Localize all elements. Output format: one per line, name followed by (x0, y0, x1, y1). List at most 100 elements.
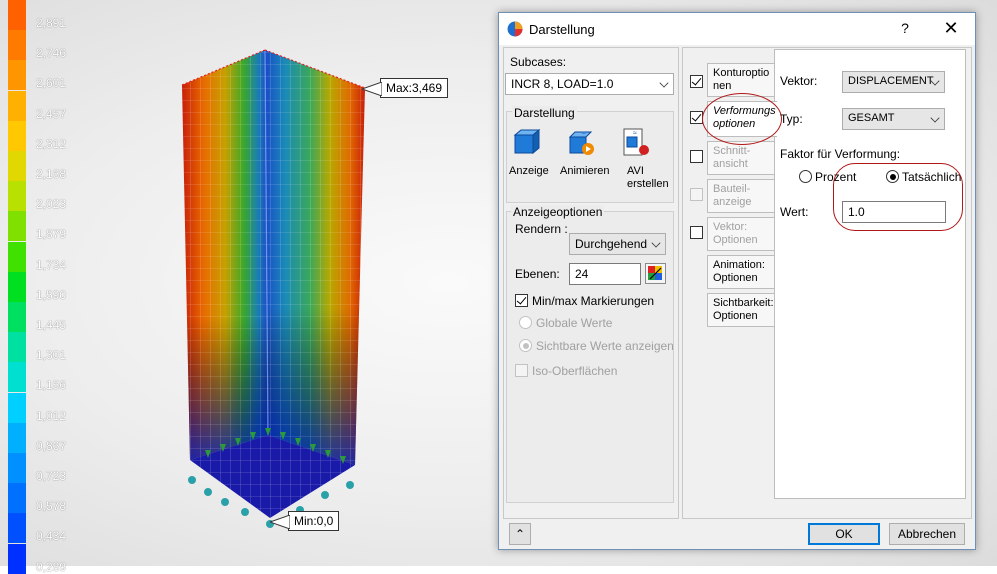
deformed-mesh-model (181, 49, 366, 528)
abbrechen-button[interactable]: Abbrechen (889, 523, 965, 545)
avi-label[interactable]: AVI erstellen (627, 165, 669, 191)
legend-swatch (8, 453, 26, 483)
rendern-dropdown[interactable]: Durchgehend (569, 233, 666, 255)
legend-row: 1,156 (0, 362, 90, 393)
anzeige-label[interactable]: Anzeige (509, 165, 549, 177)
legend-row: 2,457 (0, 90, 90, 121)
tab-schnittansicht[interactable]: Schnitt- ansicht (707, 141, 775, 175)
legend-swatch (8, 543, 26, 574)
annotation-ellipse-tab (702, 93, 782, 145)
legend-row: 0,434 (0, 513, 90, 544)
legend-label: 2,746 (36, 46, 67, 61)
legend-swatch (8, 302, 26, 332)
collapse-button[interactable]: ⌃ (509, 523, 531, 545)
legend-row: 1,590 (0, 271, 90, 302)
legend-row: 1,012 (0, 392, 90, 423)
color-legend: 2,891 2,746 2,601 2,457 2,312 2,168 2,023 1,879… (0, 0, 90, 574)
legend-label: 1,301 (36, 348, 67, 363)
legend-label: 1,156 (36, 378, 67, 393)
sichtbare-werte-label[interactable]: Sichtbare Werte anzeigen (536, 339, 674, 353)
legend-row: 2,601 (0, 60, 90, 91)
close-icon[interactable]: ✕ (939, 18, 963, 39)
minmax-label[interactable]: Min/max Markierungen (532, 294, 654, 308)
schnittansicht-checkbox[interactable] (690, 150, 703, 163)
legend-row: 2,312 (0, 120, 90, 151)
legend-row: 0,723 (0, 453, 90, 483)
vektor-dropdown[interactable]: DISPLACEMENT (842, 71, 945, 93)
tab-vektoroptionen[interactable]: Vektor: Optionen (707, 217, 775, 251)
help-button[interactable]: ? (895, 20, 915, 36)
tab-konturoptionen-line1: Konturoptio (713, 67, 770, 79)
legend-label: 2,891 (36, 16, 67, 30)
tab-animationoptionen-line2: Optionen (713, 272, 758, 284)
color-palette-icon[interactable] (645, 263, 666, 284)
legend-label: 0,289 (36, 559, 67, 574)
chevron-down-icon (930, 113, 940, 123)
legend-swatch (8, 483, 26, 514)
wert-label: Wert: (780, 205, 809, 219)
legend-label: 2,601 (36, 76, 67, 91)
tab-animationoptionen-line1: Animation: (713, 259, 765, 271)
animieren-icon[interactable]: ≈ (566, 127, 596, 157)
legend-label: 1,445 (36, 318, 67, 332)
prozent-radio[interactable] (799, 170, 812, 183)
legend-swatch (8, 271, 26, 302)
animieren-label[interactable]: Animieren (560, 165, 610, 177)
tab-vektoroptionen-line2: Optionen (713, 234, 758, 246)
avi-icon[interactable]: ≈ (621, 127, 651, 157)
dialog-title: Darstellung (529, 22, 595, 37)
darstellung-dialog: Darstellung ? ✕ Subcases: INCR 8, LOAD=1… (498, 12, 976, 550)
legend-label: 0,867 (36, 438, 67, 453)
tab-schnittansicht-line2: ansicht (713, 158, 748, 170)
chevron-up-icon: ⌃ (514, 527, 526, 541)
typ-dropdown[interactable]: GESAMT (842, 108, 945, 130)
minmax-checkbox[interactable] (515, 294, 528, 307)
globale-werte-radio[interactable] (519, 316, 532, 329)
bauteilanzeige-checkbox (690, 188, 703, 201)
tab-konturoptionen[interactable]: Konturoptio nen (707, 63, 775, 97)
legend-row: 2,023 (0, 181, 90, 212)
legend-row: 1,445 (0, 302, 90, 332)
typ-value: GESAMT (848, 112, 895, 124)
chevron-down-icon (651, 238, 661, 248)
legend-label: 2,168 (36, 167, 67, 181)
svg-text:≈: ≈ (582, 130, 586, 137)
tab-bauteilanzeige[interactable]: Bauteil- anzeige (707, 179, 775, 213)
legend-swatch (8, 30, 26, 61)
tab-bauteilanzeige-line1: Bauteil- (713, 183, 751, 195)
legend-label: 1,734 (36, 257, 67, 272)
legend-label: 2,312 (36, 136, 67, 151)
tab-sichtbarkeitoptionen[interactable]: Sichtbarkeit: Optionen (707, 293, 775, 327)
tab-animationoptionen[interactable]: Animation: Optionen (707, 255, 775, 289)
legend-row: 1,301 (0, 332, 90, 363)
legend-row: 2,168 (0, 151, 90, 181)
ok-button[interactable]: OK (808, 523, 880, 545)
legend-row: 1,879 (0, 211, 90, 242)
min-callout-pointer (270, 515, 290, 529)
anzeige-icon[interactable] (511, 127, 541, 157)
legend-swatch (8, 422, 26, 453)
legend-swatch (8, 332, 26, 363)
globale-werte-label[interactable]: Globale Werte (536, 316, 612, 330)
iso-label[interactable]: Iso-Oberflächen (532, 364, 617, 378)
max-callout-pointer (362, 82, 382, 96)
legend-label: 0,578 (36, 499, 67, 514)
legend-row: 2,746 (0, 30, 90, 61)
vektoroptionen-checkbox[interactable] (690, 226, 703, 239)
legend-row: 0,289 (0, 543, 90, 574)
annotation-ellipse-faktor (833, 163, 963, 231)
konturoptionen-checkbox[interactable] (690, 75, 703, 88)
legend-label: 0,723 (36, 469, 67, 483)
sichtbare-werte-radio[interactable] (519, 339, 532, 352)
legend-swatch (8, 0, 26, 30)
legend-swatch (8, 60, 26, 91)
darstellung-group-label: Darstellung (512, 106, 577, 120)
legend-label: 2,023 (36, 197, 67, 212)
vektor-label: Vektor: (780, 74, 818, 88)
legend-label: 1,012 (36, 408, 67, 423)
subcase-dropdown[interactable]: INCR 8, LOAD=1.0 (505, 73, 674, 95)
iso-checkbox[interactable] (515, 364, 528, 377)
ebenen-input[interactable]: 24 (569, 263, 641, 285)
dialog-titlebar[interactable]: Darstellung ? ✕ (499, 13, 975, 45)
tab-sichtbarkeitoptionen-line2: Optionen (713, 310, 758, 322)
